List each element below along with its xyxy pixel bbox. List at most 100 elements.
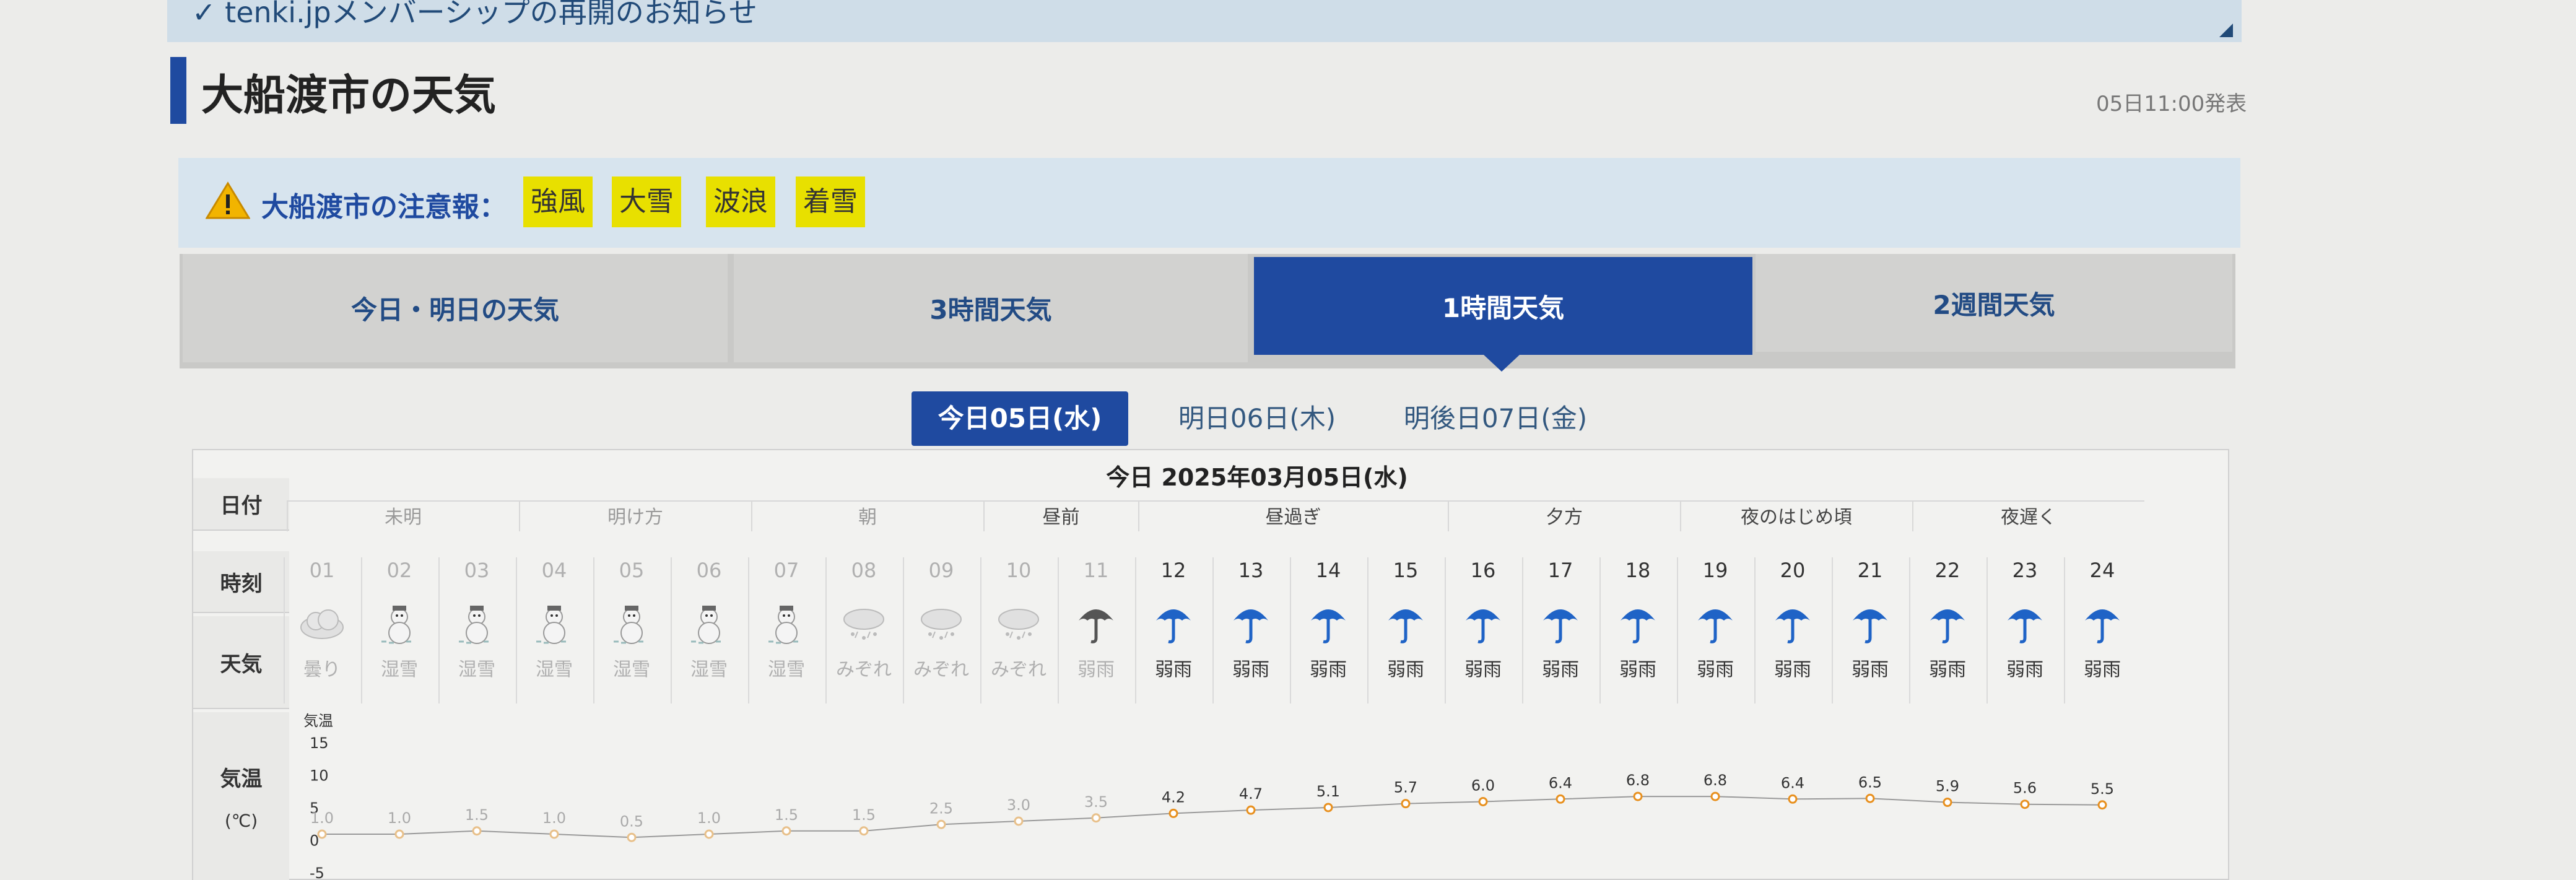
period-label: 明け方 xyxy=(518,500,751,531)
column-divider xyxy=(1831,557,1833,704)
snowman-icon xyxy=(598,599,666,648)
column-divider xyxy=(825,557,827,704)
hour-label: 16 xyxy=(1470,559,1496,582)
temperature-point xyxy=(472,826,482,836)
hour-label: 04 xyxy=(541,559,567,582)
period-label: 朝 xyxy=(751,500,983,531)
weather-label: 弱雨 xyxy=(2006,659,2043,681)
weather-label: 弱雨 xyxy=(1542,659,1579,681)
column-divider xyxy=(1212,557,1214,704)
temperature-value-label: 3.0 xyxy=(1007,796,1030,814)
umbrella-icon xyxy=(1526,599,1595,648)
column-divider xyxy=(515,557,517,704)
column-divider xyxy=(360,557,362,704)
period-label: 夜遅く xyxy=(1912,500,2144,531)
row-header-temperature: 気温 (℃) xyxy=(193,712,289,880)
tab-3-hour[interactable]: 3時間天気 xyxy=(734,254,1248,362)
temp-unit: (℃) xyxy=(224,810,258,831)
column-divider xyxy=(593,557,594,704)
temperature-point xyxy=(1478,797,1488,806)
weather-label: 弱雨 xyxy=(1387,659,1424,681)
column-divider xyxy=(1444,557,1446,704)
corner-triangle-icon xyxy=(2219,24,2233,37)
weather-label: 弱雨 xyxy=(1774,659,1811,681)
column-divider xyxy=(1134,557,1136,704)
temperature-value-label: 5.5 xyxy=(2091,780,2114,798)
column-divider xyxy=(1289,557,1291,704)
weather-label: 湿雪 xyxy=(768,659,805,681)
warning-triangle-icon xyxy=(206,181,250,219)
temperature-value-label: 3.5 xyxy=(1084,793,1108,811)
temperature-value-label: 1.5 xyxy=(465,806,489,824)
day-tab-day-after[interactable]: 明後日07日(金) xyxy=(1381,391,1610,446)
weather-label: 弱雨 xyxy=(1310,659,1347,681)
temperature-point xyxy=(936,819,946,829)
umbrella-icon xyxy=(1217,599,1285,648)
column-divider xyxy=(438,557,440,704)
umbrella-icon xyxy=(1681,599,1749,648)
warning-badge-high-waves[interactable]: 波浪 xyxy=(706,176,775,227)
warning-badge-strong-wind[interactable]: 強風 xyxy=(523,176,593,227)
column-divider xyxy=(1521,557,1523,704)
weather-label: みぞれ xyxy=(836,659,892,681)
temperature-value-label: 6.8 xyxy=(1704,772,1727,789)
column-divider xyxy=(283,557,285,704)
temperature-value-label: 5.7 xyxy=(1394,779,1417,796)
warning-badge-snow-accretion[interactable]: 着雪 xyxy=(796,176,865,227)
temperature-point xyxy=(1788,794,1798,804)
chart-y-tick: 10 xyxy=(310,767,329,785)
temperature-value-label: 5.1 xyxy=(1316,783,1340,800)
umbrella-icon xyxy=(1991,599,2059,648)
weather-label: 弱雨 xyxy=(1619,659,1656,681)
hour-label: 05 xyxy=(619,559,645,582)
weather-label: 湿雪 xyxy=(381,659,418,681)
temperature-point xyxy=(1091,813,1101,823)
weather-label: 湿雪 xyxy=(536,659,573,681)
temperature-point xyxy=(2097,800,2107,810)
weather-label: 弱雨 xyxy=(1464,659,1502,681)
temperature-point xyxy=(1943,798,1952,808)
umbrella-icon xyxy=(1836,599,1904,648)
snowman-icon xyxy=(752,599,820,648)
temperature-value-label: 6.5 xyxy=(1858,773,1882,791)
hour-label: 11 xyxy=(1083,559,1109,582)
tab-2-week[interactable]: 2週間天気 xyxy=(1756,254,2232,352)
temperature-point xyxy=(1865,793,1875,803)
temperature-point xyxy=(1014,816,1024,826)
snowman-icon xyxy=(365,599,433,648)
weather-label: 弱雨 xyxy=(1929,659,1966,681)
period-label: 昼前 xyxy=(983,500,1138,531)
umbrella-icon xyxy=(2068,599,2136,648)
umbrella-icon xyxy=(1449,599,1517,648)
hour-label: 21 xyxy=(1857,559,1883,582)
date-header: 今日 2025年03月05日(水) xyxy=(1106,464,1408,491)
sleet-icon xyxy=(830,599,898,648)
day-tab-today[interactable]: 今日05日(水) xyxy=(912,391,1128,446)
weather-label: 曇り xyxy=(303,659,341,681)
notice-text[interactable]: ✓ tenki.jpメンバーシップの再開のお知らせ xyxy=(192,0,757,29)
column-divider xyxy=(1367,557,1368,704)
tab-1-hour[interactable]: 1時間天気 xyxy=(1254,257,1752,355)
period-label: 夜のはじめ頃 xyxy=(1679,500,1912,531)
weather-label: みぞれ xyxy=(913,659,969,681)
temperature-value-label: 1.0 xyxy=(542,809,566,827)
temperature-point xyxy=(317,829,327,839)
snowman-icon xyxy=(443,599,511,648)
temperature-point xyxy=(781,826,791,836)
umbrella-icon xyxy=(1604,599,1672,648)
weather-label: 弱雨 xyxy=(1155,659,1192,681)
weather-label: みぞれ xyxy=(991,659,1046,681)
tab-today-tomorrow[interactable]: 今日・明日の天気 xyxy=(183,254,728,362)
snowman-icon xyxy=(520,599,588,648)
warning-badge-heavy-snow[interactable]: 大雪 xyxy=(612,176,681,227)
membership-notice-bar[interactable]: ✓ tenki.jpメンバーシップの再開のお知らせ xyxy=(167,0,2242,42)
temperature-point xyxy=(1633,791,1643,801)
day-tab-tomorrow[interactable]: 明日06日(木) xyxy=(1155,391,1359,446)
hour-label: 13 xyxy=(1238,559,1264,582)
hour-label: 24 xyxy=(2089,559,2115,582)
hour-label: 09 xyxy=(928,559,954,582)
temperature-value-label: 4.2 xyxy=(1162,788,1185,806)
umbrella-icon xyxy=(1294,599,1362,648)
hour-label: 03 xyxy=(464,559,490,582)
temperature-point xyxy=(1323,803,1333,812)
